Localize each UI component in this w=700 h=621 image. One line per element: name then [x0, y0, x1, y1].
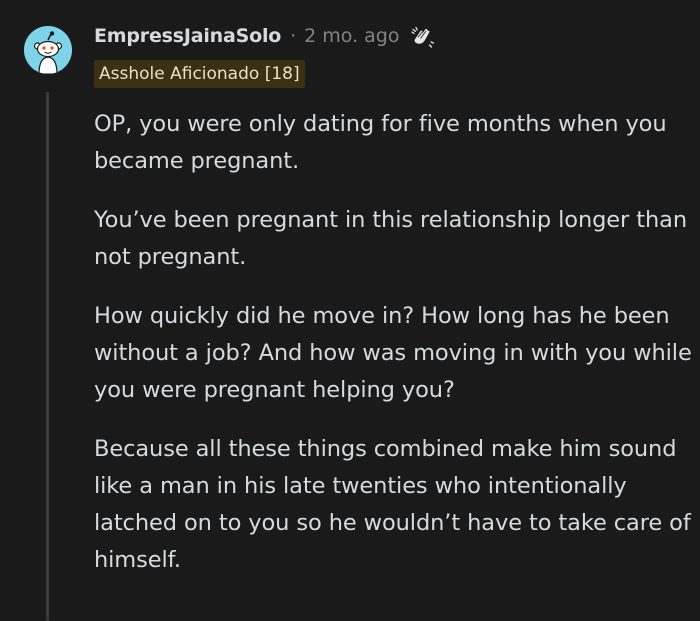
- user-flair: Asshole Aficionado [18]: [94, 60, 305, 88]
- user-avatar[interactable]: [24, 26, 72, 74]
- comment-body: OP, you were only dating for five months…: [94, 106, 694, 601]
- comment-paragraph: Because all these things combined make h…: [94, 436, 691, 573]
- comment: EmpressJainaSolo · 2 mo. ago Asshole Afi…: [0, 0, 700, 621]
- comment-paragraph: OP, you were only dating for five months…: [94, 111, 667, 174]
- comment-paragraph: How quickly did he move in? How long has…: [94, 303, 692, 403]
- snoo-avatar-icon: [24, 26, 72, 74]
- thread-collapse-line[interactable]: [46, 92, 49, 621]
- comment-paragraph: You’ve been pregnant in this relationshi…: [94, 207, 687, 270]
- comment-header: EmpressJainaSolo · 2 mo. ago: [94, 20, 435, 52]
- clapping-hands-icon[interactable]: [409, 23, 435, 49]
- meta-separator: ·: [290, 25, 297, 47]
- username-link[interactable]: EmpressJainaSolo: [94, 25, 281, 47]
- comment-timestamp[interactable]: 2 mo. ago: [304, 25, 399, 47]
